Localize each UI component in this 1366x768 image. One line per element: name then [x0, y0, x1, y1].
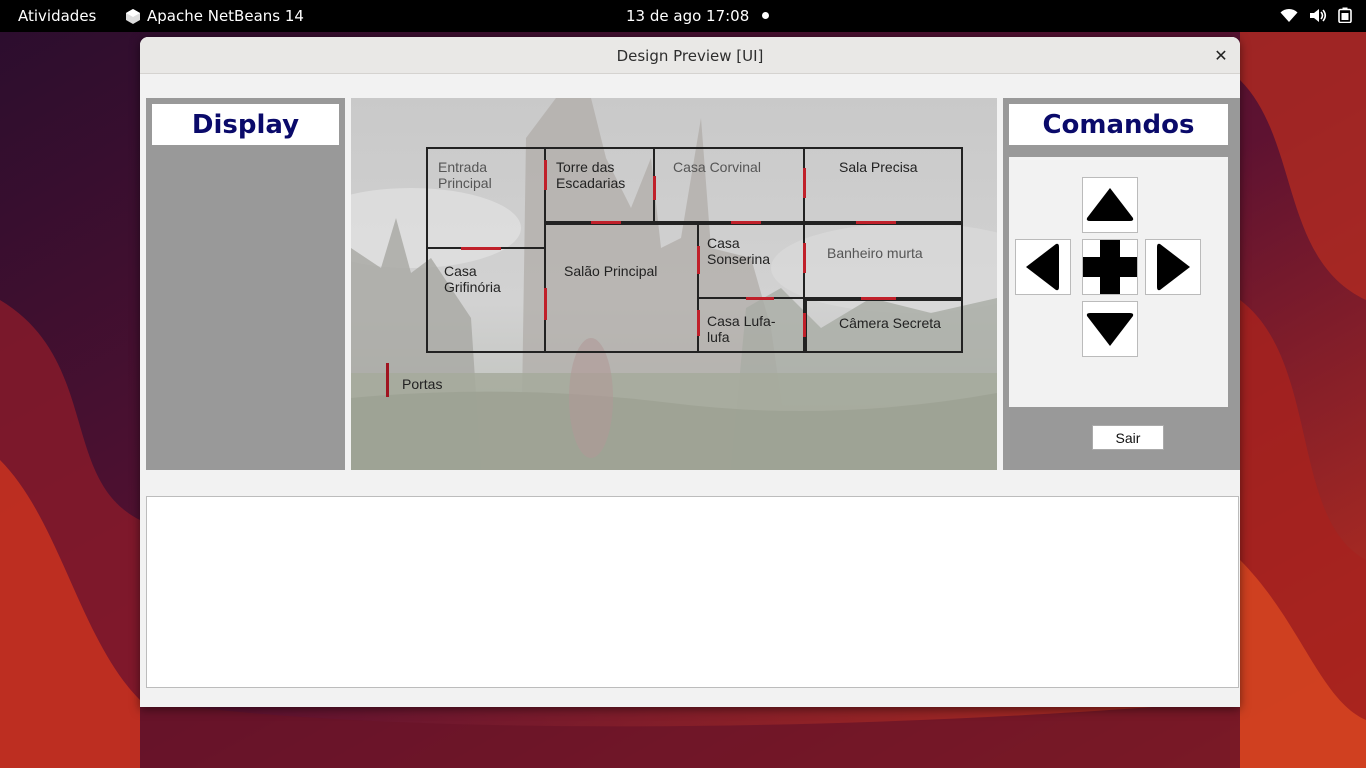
window-titlebar[interactable]: Design Preview [UI] ✕: [140, 37, 1240, 74]
room-label: Casa Grifinória: [444, 263, 501, 295]
exit-button[interactable]: Sair: [1092, 425, 1164, 450]
close-button[interactable]: ✕: [1210, 45, 1232, 67]
door-legend-swatch: [386, 363, 389, 397]
cross-icon: [1083, 240, 1137, 294]
room-sala-precisa: Sala Precisa: [803, 147, 963, 223]
volume-icon: [1310, 8, 1327, 22]
room-entrada-principal: Entrada Principal: [426, 147, 546, 249]
door-marker: [544, 288, 547, 320]
door-marker: [544, 160, 547, 190]
room-label: Câmera Secreta: [839, 315, 941, 331]
netbeans-icon: [126, 8, 140, 24]
door-marker: [856, 221, 896, 224]
move-left-button[interactable]: [1015, 239, 1071, 295]
arrow-up-icon: [1086, 188, 1134, 221]
door-marker: [461, 247, 501, 250]
room-casa-grifinoria: Casa Grifinória: [426, 247, 546, 353]
display-panel: Display: [146, 98, 345, 470]
room-label: Casa Sonserina: [707, 235, 771, 267]
door-marker: [731, 221, 761, 224]
move-down-button[interactable]: [1082, 301, 1138, 357]
commands-panel: Comandos Sair: [1003, 98, 1240, 470]
close-icon: ✕: [1214, 48, 1228, 65]
commands-title: Comandos: [1009, 104, 1228, 145]
room-torre-das-escadarias: Torre das Escadarias: [544, 147, 655, 223]
design-preview-window: Design Preview [UI] ✕ Display Entrada Pr…: [140, 37, 1240, 707]
arrow-left-icon: [1026, 243, 1059, 291]
window-title: Design Preview [UI]: [616, 47, 764, 65]
center-button[interactable]: [1082, 239, 1138, 295]
door-marker: [746, 297, 774, 300]
notification-dot-icon: [762, 12, 769, 19]
room-label: Casa Corvinal: [673, 159, 761, 175]
top-bar: Atividades Apache NetBeans 14 13 de ago …: [0, 0, 1366, 32]
room-label: Entrada Principal: [438, 159, 492, 191]
activities-button[interactable]: Atividades: [18, 7, 96, 25]
app-name: Apache NetBeans 14: [147, 7, 304, 25]
door-marker: [803, 243, 806, 273]
clock[interactable]: 13 de ago 17:08: [626, 7, 749, 25]
door-marker: [591, 221, 621, 224]
room-label: Salão Principal: [564, 263, 658, 279]
room-label: Banheiro murta: [827, 245, 923, 261]
map-panel: Entrada Principal Torre das Escadarias C…: [351, 98, 997, 470]
app-menu[interactable]: Apache NetBeans 14: [126, 7, 304, 25]
door-legend-label: Portas: [402, 376, 443, 392]
room-label: Casa Lufa-lufa: [707, 313, 776, 345]
door-marker: [697, 310, 700, 336]
room-label: Torre das Escadarias: [556, 159, 626, 191]
output-text-area[interactable]: [146, 496, 1239, 688]
door-marker: [861, 297, 896, 300]
room-casa-sonserina: Casa Sonserina: [697, 223, 805, 299]
room-casa-lufa-lufa: Casa Lufa-lufa: [697, 297, 805, 353]
move-up-button[interactable]: [1082, 177, 1138, 233]
room-label: Sala Precisa: [839, 159, 918, 175]
wifi-icon: [1280, 8, 1298, 22]
door-marker: [697, 246, 700, 274]
room-banheiro-murta: Banheiro murta: [803, 223, 963, 299]
door-marker: [803, 313, 806, 337]
room-camera-secreta: Câmera Secreta: [805, 299, 963, 353]
room-salao-principal: Salão Principal: [544, 223, 699, 353]
display-title: Display: [152, 104, 339, 145]
door-marker: [803, 168, 806, 198]
arrow-right-icon: [1157, 243, 1190, 291]
direction-pad: [1009, 157, 1228, 407]
room-casa-corvinal: Casa Corvinal: [653, 147, 805, 223]
battery-icon: [1338, 7, 1352, 23]
arrow-down-icon: [1086, 313, 1134, 346]
move-right-button[interactable]: [1145, 239, 1201, 295]
door-marker: [653, 176, 656, 200]
system-tray[interactable]: [1280, 7, 1352, 23]
